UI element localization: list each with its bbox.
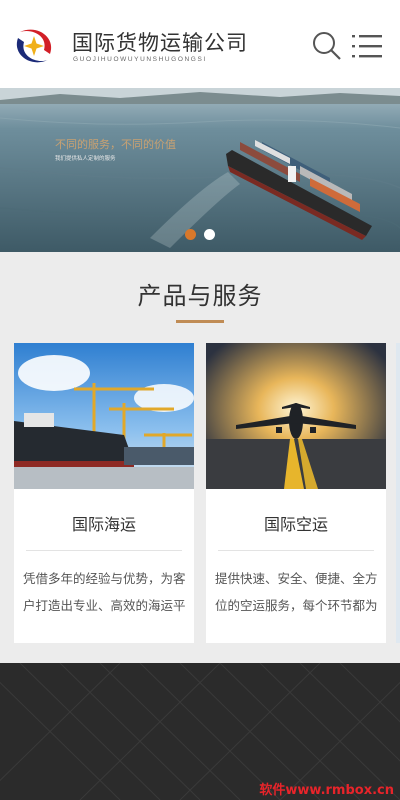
product-card-air-freight[interactable]: 国际空运 提供快速、安全、便捷、全方位的空运服务，每个环节都为	[206, 343, 386, 643]
title-underline	[176, 320, 224, 323]
company-pinyin: GUOJIHUOWUYUNSHUGONGSI	[73, 56, 207, 63]
slide-dot-2[interactable]	[204, 229, 215, 240]
hero-banner[interactable]: 不同的服务，不同的价值 我们提供私人定制的服务	[0, 88, 400, 252]
air-freight-image	[206, 343, 386, 489]
card-title: 国际空运	[263, 515, 328, 534]
menu-icon[interactable]	[352, 32, 382, 60]
header: 国际货物运输公司 GUOJIHUOWUYUNSHUGONGSI	[0, 0, 400, 88]
slide-dot-1-active[interactable]	[185, 229, 196, 240]
company-name: 国际货物运输公司	[72, 31, 248, 55]
products-section-title: 产品与服务	[137, 282, 263, 310]
card-divider	[26, 550, 182, 551]
card-description: 提供快速、安全、便捷、全方位的空运服务，每个环节都为	[215, 571, 378, 613]
sea-freight-image	[14, 343, 194, 489]
site-watermark: 软件www.rmbox.cn	[259, 783, 394, 798]
search-icon[interactable]	[311, 30, 343, 62]
banner-slogan: 不同的服务，不同的价值	[55, 138, 176, 151]
card-description: 凭借多年的经验与优势，为客户打造出专业、高效的海运平台	[23, 571, 186, 613]
next-card-peek[interactable]	[396, 343, 400, 643]
cargo-ship-photo	[0, 88, 400, 252]
card-divider	[218, 550, 374, 551]
banner-slogan-sub: 我们提供私人定制的服务	[55, 156, 116, 162]
product-card-sea-freight[interactable]: 国际海运 凭借多年的经验与优势，为客户打造出专业、高效的海运平台	[14, 343, 194, 643]
company-logo[interactable]	[10, 22, 58, 70]
card-title: 国际海运	[71, 515, 136, 534]
